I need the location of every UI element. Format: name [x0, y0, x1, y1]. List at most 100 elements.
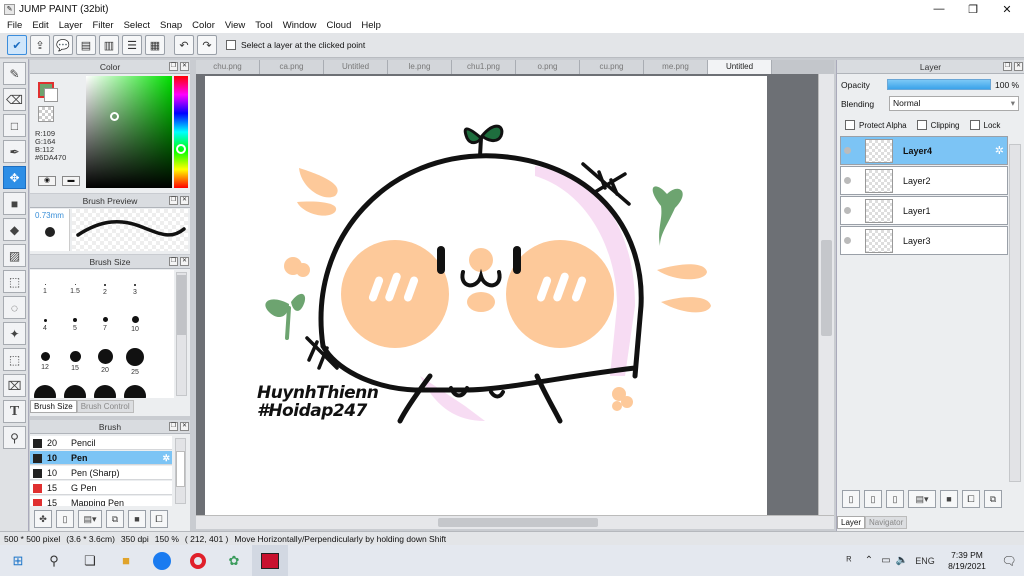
tab-brush-size[interactable]: Brush Size — [30, 400, 77, 413]
tab-cu-png[interactable]: cu.png — [580, 60, 644, 74]
menu-snap[interactable]: Snap — [155, 20, 187, 31]
shape-tool[interactable]: □ — [3, 114, 26, 137]
brush-folder-button[interactable]: ■ — [128, 510, 146, 528]
visibility-icon[interactable] — [844, 147, 851, 154]
canvas-vertical-scrollbar[interactable] — [818, 74, 834, 515]
language-indicator[interactable]: ENG — [910, 545, 940, 576]
volume-icon[interactable]: 🔈 — [894, 545, 910, 576]
tab-untitled-active[interactable]: Untitled — [708, 60, 772, 74]
layer-folder-button[interactable]: ■ — [940, 490, 958, 508]
tab-me-png[interactable]: me.png — [644, 60, 708, 74]
color-menu-button[interactable]: ▬ — [62, 176, 80, 186]
layer-settings-icon[interactable]: ✲ — [995, 144, 1004, 157]
menu-filter[interactable]: Filter — [87, 20, 118, 31]
tab-navigator[interactable]: Navigator — [865, 516, 908, 529]
select-layer-checkbox[interactable] — [226, 40, 236, 50]
new-layer-button[interactable]: ▯ — [842, 490, 860, 508]
message-button[interactable]: ▤ — [76, 35, 96, 55]
list-button[interactable]: ☰ — [122, 35, 142, 55]
brush-size-cell[interactable]: 7 — [90, 317, 120, 332]
tab-untitled-1[interactable]: Untitled — [324, 60, 388, 74]
brush-item-mapping-pen[interactable]: 15 Mapping Pen — [30, 496, 172, 506]
brush-list-scrollbar[interactable] — [175, 438, 186, 504]
new-layer-8bit-button[interactable]: ▯ — [864, 490, 882, 508]
protect-alpha-checkbox[interactable] — [845, 120, 855, 130]
tab-ca-png[interactable]: ca.png — [260, 60, 324, 74]
brush-size-cell[interactable]: 2 — [90, 284, 120, 296]
brush-item-pen-sharp[interactable]: 10 Pen (Sharp) — [30, 466, 172, 480]
brush-copy-button[interactable]: ⧉ — [106, 510, 124, 528]
network-icon[interactable]: ▭ — [878, 545, 894, 576]
panel-float-icon[interactable]: ❐ — [169, 422, 178, 431]
minimize-button[interactable]: — — [922, 0, 956, 18]
people-icon[interactable]: ᴿ — [838, 545, 860, 576]
brush-size-cell[interactable]: 3 — [120, 284, 150, 296]
select-pen-tool[interactable]: ⬚ — [3, 348, 26, 371]
cloud-sync-button[interactable]: ✔ — [7, 35, 27, 55]
brush-tool[interactable]: ✎ — [3, 62, 26, 85]
panel-float-icon[interactable]: ❐ — [169, 196, 178, 205]
visibility-icon[interactable] — [844, 237, 851, 244]
layer-row-layer1[interactable]: Layer1 — [840, 196, 1008, 225]
brush-type-button[interactable]: ▤▾ — [78, 510, 102, 528]
comment-button[interactable]: 💬 — [53, 35, 73, 55]
eyedropper-tool[interactable]: ⚲ — [3, 426, 26, 449]
hue-slider[interactable] — [174, 76, 188, 188]
panel-close-icon[interactable]: ✕ — [180, 62, 189, 71]
panel-float-icon[interactable]: ❐ — [1003, 62, 1012, 71]
document-button[interactable]: ▥ — [99, 35, 119, 55]
tab-brush-control[interactable]: Brush Control — [76, 400, 134, 413]
menu-window[interactable]: Window — [278, 20, 322, 31]
panel-close-icon[interactable]: ✕ — [1014, 62, 1023, 71]
menu-cloud[interactable]: Cloud — [322, 20, 357, 31]
color-mode-button[interactable]: ◉ — [38, 176, 56, 186]
menu-view[interactable]: View — [220, 20, 250, 31]
visibility-icon[interactable] — [844, 207, 851, 214]
transparent-color-swatch[interactable] — [38, 106, 54, 122]
move-tool[interactable]: ✥ — [3, 166, 26, 189]
lasso-tool[interactable]: ◌ — [3, 296, 26, 319]
drawing-canvas[interactable]: HuynhThienn #Hoidap247 — [205, 76, 767, 515]
tab-chu1-png[interactable]: chu1.png — [452, 60, 516, 74]
search-button[interactable]: ⚲ — [36, 545, 72, 576]
merge-layer-button[interactable]: ⧉ — [984, 490, 1002, 508]
brush-size-scroll-thumb[interactable] — [177, 275, 186, 335]
explorer-button[interactable]: ■ — [108, 545, 144, 576]
paint-app-button[interactable]: ✿ — [216, 545, 252, 576]
maximize-button[interactable]: ❐ — [956, 0, 990, 18]
brush-size-cell[interactable]: 1.5 — [60, 284, 90, 295]
brush-size-cell[interactable]: 5 — [60, 318, 90, 332]
close-button[interactable]: ✕ — [990, 0, 1024, 18]
menu-layer[interactable]: Layer — [54, 20, 88, 31]
panel-float-icon[interactable]: ❐ — [169, 257, 178, 266]
text-tool[interactable]: T — [3, 400, 26, 423]
clipping-checkbox[interactable] — [916, 120, 927, 130]
select-eraser-tool[interactable]: ⌧ — [3, 374, 26, 397]
canvas-vertical-scroll-thumb[interactable] — [821, 240, 832, 336]
notification-icon[interactable]: 🗨 — [994, 545, 1024, 576]
brush-size-cell[interactable]: 10 — [120, 316, 150, 333]
panel-close-icon[interactable]: ✕ — [180, 257, 189, 266]
clock[interactable]: 7:39 PM 8/19/2021 — [940, 550, 994, 572]
brush-list-scroll-thumb[interactable] — [176, 451, 185, 487]
brush-size-cell[interactable]: 4 — [30, 319, 60, 332]
new-layer-1bit-button[interactable]: ▯ — [886, 490, 904, 508]
brush-size-cell[interactable]: 12 — [30, 352, 60, 371]
brush-size-scrollbar[interactable] — [176, 272, 187, 396]
bucket-tool[interactable]: ◆ — [3, 218, 26, 241]
menu-edit[interactable]: Edit — [27, 20, 53, 31]
brush-size-cell[interactable]: 1 — [30, 284, 60, 295]
visibility-icon[interactable] — [844, 177, 851, 184]
panel-close-icon[interactable]: ✕ — [180, 422, 189, 431]
canvas-horizontal-scrollbar[interactable] — [196, 515, 834, 529]
duplicate-layer-button[interactable]: ⧠ — [962, 490, 980, 508]
layer-type-dropdown[interactable]: ▤▾ — [908, 490, 936, 508]
color-picker-cursor[interactable] — [110, 112, 119, 121]
zalo-app-button[interactable] — [144, 545, 180, 576]
chevron-up-icon[interactable]: ⌃ — [860, 545, 878, 576]
eraser-tool[interactable]: ⌫ — [3, 88, 26, 111]
brush-settings-icon[interactable]: ✲ — [162, 451, 170, 465]
layer-row-layer3[interactable]: Layer3 — [840, 226, 1008, 255]
start-button[interactable]: ⊞ — [0, 545, 36, 576]
pen-tool[interactable]: ✒ — [3, 140, 26, 163]
